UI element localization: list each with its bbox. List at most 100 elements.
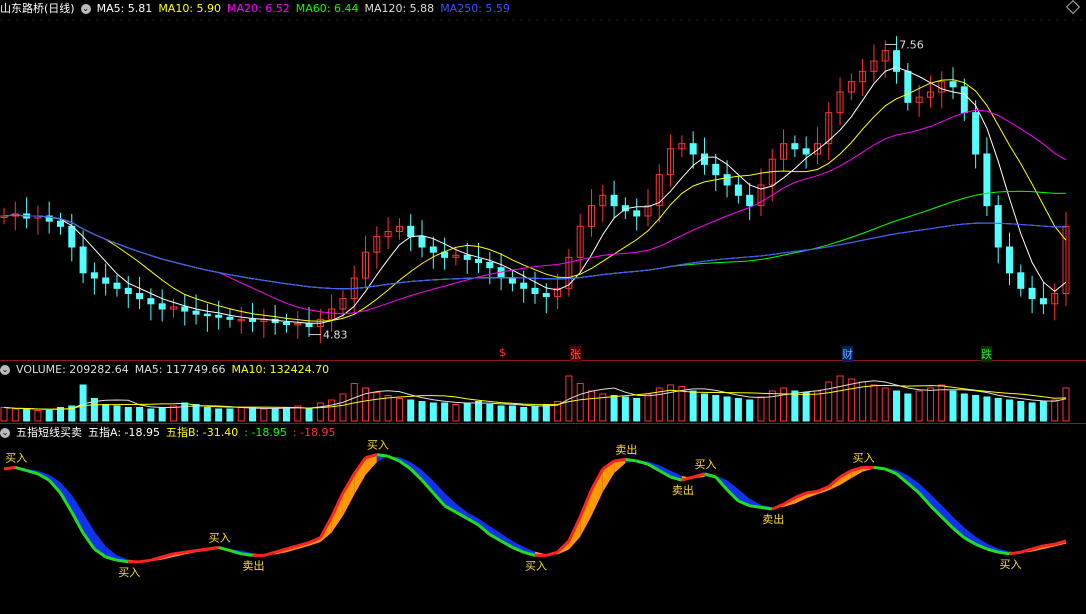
stock-chart-canvas[interactable]: 买入买入买入卖出买入买入卖出卖出买入卖出买入买入 7.564.83 [0,0,1086,614]
volume-bar [870,384,878,422]
volume-bar [169,405,177,422]
volume-bar [734,398,742,422]
volume-bar [813,390,821,422]
candle-body [734,184,742,196]
volume-bar [203,407,211,422]
candle-body [1028,287,1036,300]
signal-line-segment [545,550,559,557]
candle-body [960,86,968,114]
candle-body [746,194,754,207]
volume-bar [463,402,471,422]
candle-body [802,148,810,155]
main-indicator-2: MA20: 6.52 [227,2,290,15]
volume-bar [147,408,155,422]
volume-bar [260,408,268,422]
panel-divider-top [0,360,1086,361]
volume-bar [429,402,437,422]
signal-indicator-0: 五指A: -18.95 [88,426,160,439]
signal-line-segment [3,465,16,471]
volume-header: ⌄ VOLUME: 209282.64 MA5: 117749.66 MA10: 13… [0,362,341,378]
candle-body [531,287,539,295]
signal-line-segment [760,505,773,511]
volume-bar [949,390,957,422]
signal-indicator-group: 买入买入买入卖出买入买入卖出卖出买入卖出买入买入 [3,439,1067,579]
sell-signal-label: 买入 [367,439,389,452]
volume-bar [587,390,595,422]
signal-line-segment [241,552,253,557]
chart-labels-group: 7.56 4.83 [309,38,924,342]
candle-body [429,246,437,253]
volume-bar [825,381,833,422]
volume-bar [983,396,991,422]
event-marker-1[interactable]: 张 [570,346,581,362]
signal-line-segment [805,489,818,495]
volume-bar [181,402,189,422]
sell-signal-label: 买入 [853,451,875,464]
candle-body [463,254,471,260]
volume-bar [621,396,629,422]
volume-bar [339,393,347,422]
candles-group [0,36,1070,344]
signal-line-segment [116,558,129,564]
candle-body [136,293,144,300]
volume-bar [700,393,708,422]
buy-signal-label: 卖出 [672,483,694,497]
signal-line-segment [613,457,626,463]
main-indicator-4: MA120: 5.88 [364,2,435,15]
volume-indicator-list: VOLUME: 209282.64 MA5: 117749.66 MA10: 132… [16,363,335,376]
signal-line-segment [139,558,152,564]
candle-body [249,318,257,322]
signal-line-segment [195,547,208,553]
signal-line-segment [998,550,1010,556]
volume-bar [113,405,121,422]
volume-bar [486,404,494,422]
volume-bar [926,387,934,422]
event-marker-3[interactable]: 跌 [981,346,992,362]
volume-bar [508,405,516,422]
volume-bar [610,395,618,422]
signal-header: ⌄ 五指短线买卖 五指A: -18.95 五指B: -31.40: -18.95: -… [0,425,348,441]
volume-bar [271,408,279,422]
main-indicator-3: MA60: 6.44 [295,2,359,15]
event-marker-2[interactable]: 财 [842,346,853,362]
signal-line-segment [218,545,231,553]
volume-bar [542,404,550,422]
candle-body [102,277,110,284]
signal-toggle[interactable]: ⌄ [0,428,10,438]
candle-body [305,322,313,328]
volume-indicator-0: VOLUME: 209282.64 [16,363,129,376]
volume-bar [520,407,528,422]
signal-line-segment [749,504,762,509]
main-indicator-1: MA10: 5.90 [158,2,222,15]
candle-body [972,112,980,155]
signal-indicator-2: : -18.95 [244,426,287,439]
signal-line-segment [263,550,276,557]
volume-bar [881,387,889,422]
signal-line-segment [173,550,185,556]
volume-bar [192,404,200,422]
volume-bar [1051,399,1059,422]
buy-signal-label: 卖出 [243,558,265,572]
buy-signal-label: 买入 [118,566,140,579]
candle-body [181,306,189,312]
volume-bar [23,408,31,422]
candle-body [282,321,290,325]
volume-bar [418,401,426,422]
candle-body [113,282,121,289]
signal-indicator-3: : -18.95 [292,426,336,439]
volume-bar [158,407,166,422]
volume-bar [633,398,641,422]
volume-bar [791,390,799,422]
volume-bar [1017,401,1025,422]
volume-bar [1028,402,1036,422]
signal-fill-segment [342,473,355,516]
volume-bar [441,402,449,422]
low-price-label: 4.83 [323,329,348,342]
volume-toggle[interactable]: ⌄ [0,365,10,375]
candle-body [791,143,799,150]
main-indicator-toggle[interactable]: ⌄ [80,4,91,14]
volume-bar [475,401,483,422]
volume-bar [960,393,968,422]
volume-bar [45,410,53,422]
event-marker-0[interactable]: $ [499,346,506,359]
